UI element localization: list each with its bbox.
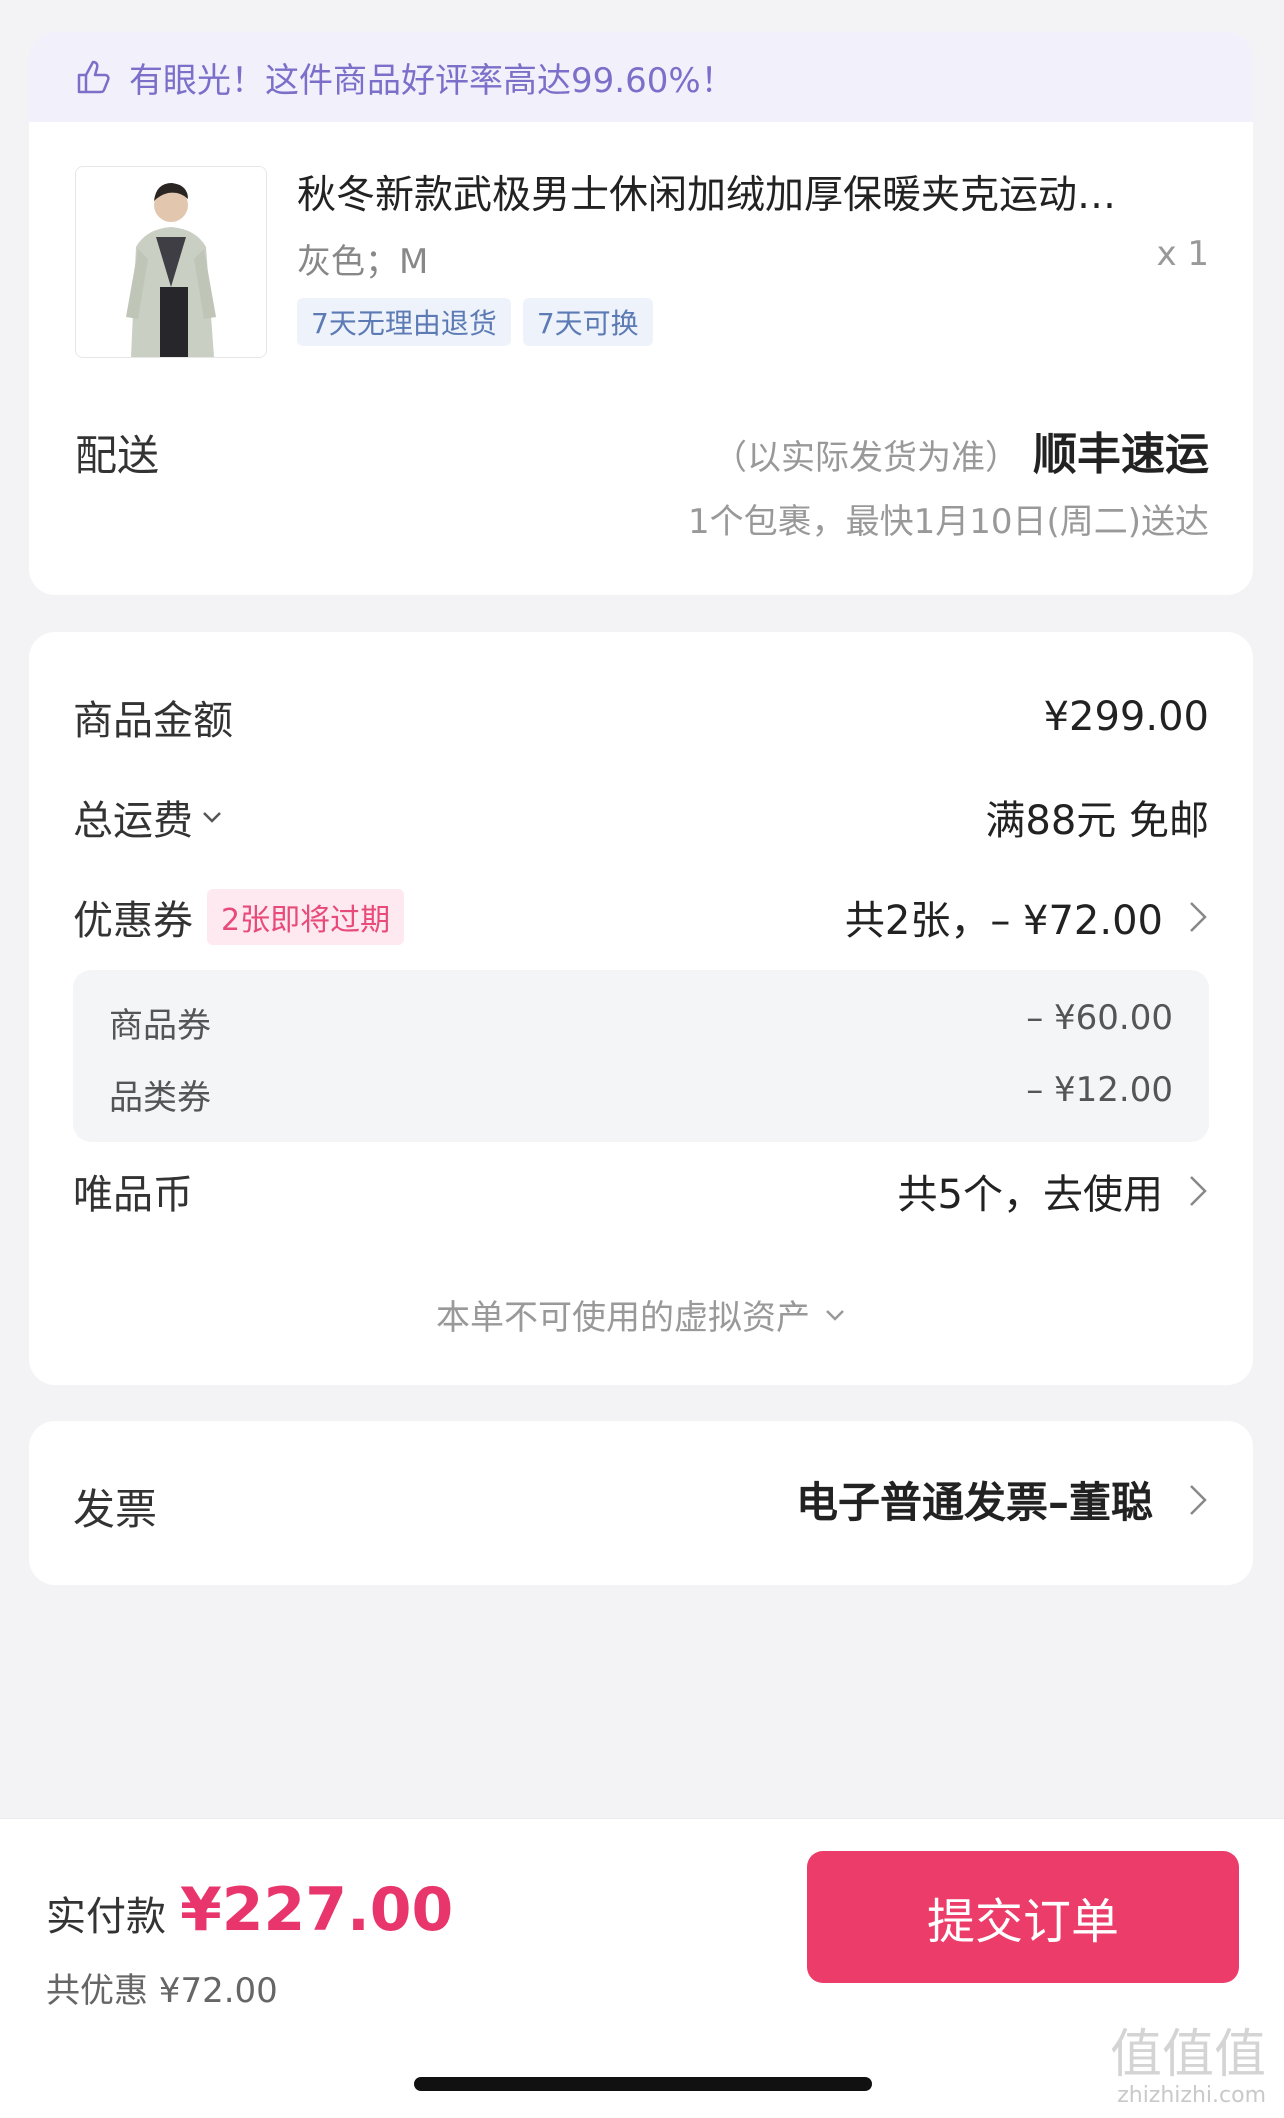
chevron-right-icon: [1190, 1484, 1207, 1515]
home-indicator[interactable]: [414, 2077, 872, 2091]
coupon-item-value: – ¥60.00: [1026, 998, 1173, 1038]
pay-amount-row: 实付款 ¥227.00: [46, 1875, 453, 1945]
product-title[interactable]: 秋冬新款武极男士休闲加绒加厚保暖夹克运动…: [297, 164, 1227, 220]
coupon-item: 品类券 – ¥12.00: [109, 1070, 1173, 1119]
coupon-row[interactable]: 优惠券 2张即将过期 共2张，– ¥72.00: [73, 888, 1209, 946]
invoice-card[interactable]: 发票 电子普通发票–董聪: [29, 1421, 1253, 1585]
coupon-item-value: – ¥12.00: [1026, 1070, 1173, 1110]
coupon-detail-box: 商品券 – ¥60.00 品类券 – ¥12.00: [73, 970, 1209, 1142]
freight-value: 满88元 免邮: [985, 798, 1209, 844]
freight-row[interactable]: 总运费 满88元 免邮: [73, 788, 1209, 846]
virtual-assets-label: 本单不可使用的虚拟资产: [436, 1298, 810, 1338]
rating-banner: 有眼光！这件商品好评率高达99.60%！: [29, 32, 1253, 122]
invoice-value: 电子普通发票–董聪: [795, 1478, 1153, 1527]
coupon-item-name: 品类券: [109, 1078, 211, 1118]
chevron-down-icon: [203, 812, 221, 823]
tag-exchange: 7天可换: [522, 298, 653, 346]
invoice-label: 发票: [73, 1485, 158, 1534]
freight-label: 总运费: [73, 798, 193, 844]
product-image[interactable]: [75, 166, 267, 358]
product-photo-icon: [76, 167, 266, 357]
coin-value: 共5个，去使用: [897, 1172, 1163, 1218]
shipping-carrier: 顺丰速运: [1033, 429, 1209, 480]
coupon-item-name: 商品券: [109, 1006, 211, 1046]
coin-label: 唯品币: [73, 1172, 193, 1218]
coupon-expire-badge: 2张即将过期: [207, 889, 405, 945]
shipping-eta: 1个包裹，最快1月10日(周二)送达: [687, 502, 1209, 542]
goods-amount-value: ¥299.00: [1043, 694, 1209, 740]
coupon-item: 商品券 – ¥60.00: [109, 998, 1173, 1047]
chevron-right-icon: [1190, 902, 1207, 932]
shipping-carrier-row: （以实际发货为准） 顺丰速运: [713, 418, 1209, 482]
coupon-label: 优惠券: [73, 898, 193, 944]
watermark-url: zhizhizhi.com: [1117, 2083, 1266, 2108]
chevron-right-icon: [1190, 1176, 1207, 1206]
goods-amount-row: 商品金额 ¥299.00: [73, 688, 1209, 746]
goods-amount-label: 商品金额: [73, 698, 233, 744]
thumbs-up-icon: [77, 60, 110, 94]
product-card: 有眼光！这件商品好评率高达99.60%！ 秋冬新款武极男士休闲加绒加厚保暖夹克运…: [29, 32, 1253, 595]
rating-banner-text: 有眼光！这件商品好评率高达99.60%！: [129, 60, 735, 101]
virtual-assets-toggle[interactable]: 本单不可使用的虚拟资产: [29, 1290, 1253, 1339]
submit-order-button[interactable]: 提交订单: [807, 1851, 1239, 1983]
watermark: 值值值 zhizhizhi.com: [1110, 2027, 1266, 2108]
coupon-value: 共2张，– ¥72.00: [844, 898, 1163, 944]
checkout-bar: 实付款 ¥227.00 共优惠 ¥72.00 提交订单 值值值 zhizhizh…: [0, 1818, 1284, 2118]
product-spec: 灰色；M: [297, 242, 429, 282]
freight-toggle[interactable]: 总运费: [73, 788, 223, 846]
watermark-logo: 值值值: [1109, 2025, 1266, 2085]
shipping-note: （以实际发货为准）: [713, 438, 1019, 478]
service-tags: 7天无理由退货 7天可换: [297, 298, 653, 346]
shipping-label: 配送: [75, 431, 160, 480]
discount-total: 共优惠 ¥72.00: [46, 1971, 278, 2011]
price-card: 商品金额 ¥299.00 总运费 满88元 免邮 优惠券 2张即将过期 共2张，…: [29, 632, 1253, 1385]
coin-row[interactable]: 唯品币 共5个，去使用: [73, 1162, 1209, 1220]
chevron-down-icon: [826, 1309, 844, 1321]
pay-amount: ¥227.00: [180, 1875, 454, 1945]
pay-label: 实付款: [46, 1894, 166, 1940]
product-quantity: x 1: [1156, 234, 1209, 274]
invoice-value-row[interactable]: 电子普通发票–董聪: [796, 1469, 1209, 1530]
tag-return: 7天无理由退货: [297, 298, 511, 346]
